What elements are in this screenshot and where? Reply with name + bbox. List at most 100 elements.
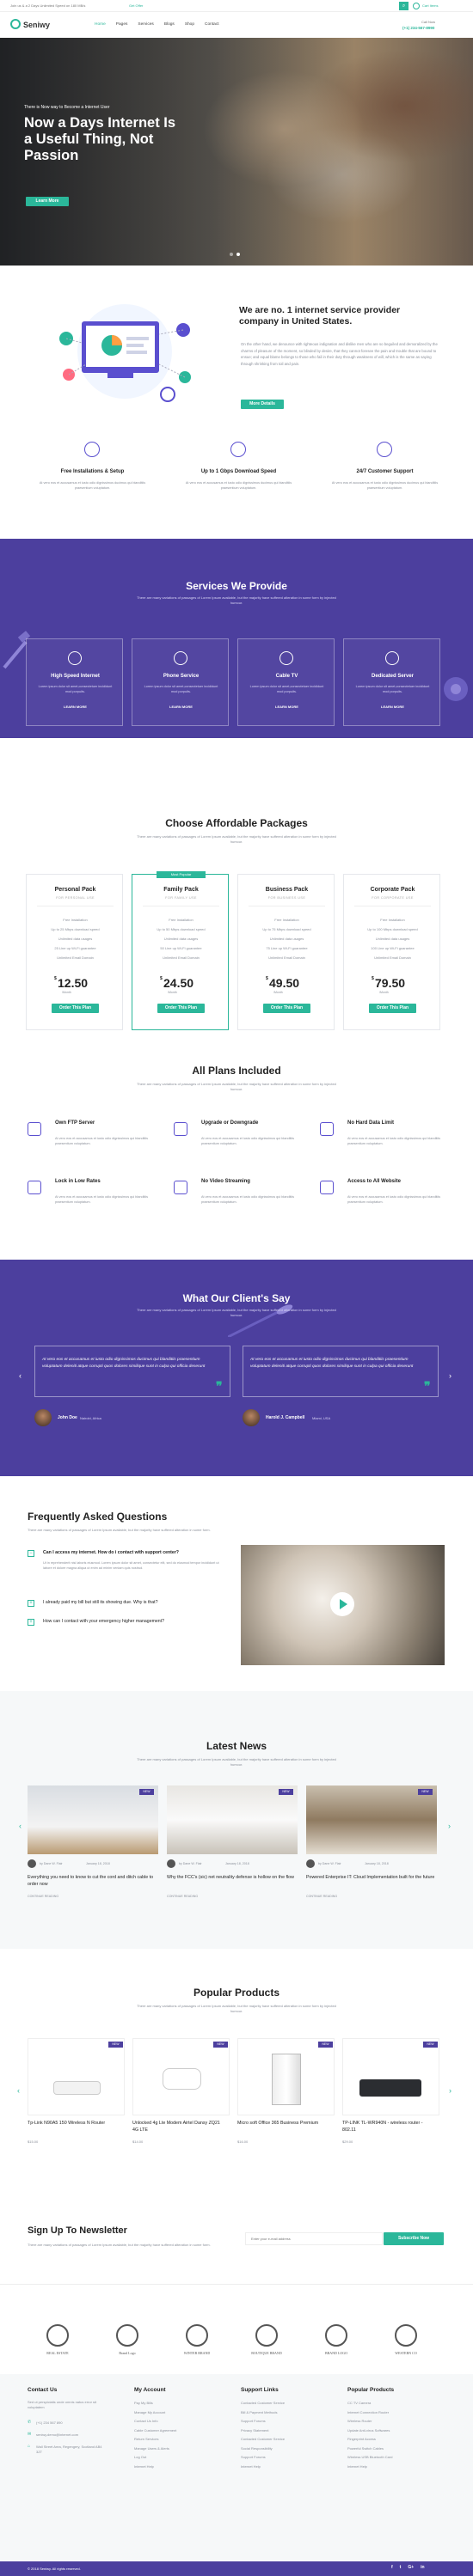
newsletter-subscribe-button[interactable]: Subscribe Now [384,2232,444,2245]
plus-icon[interactable]: + [28,1600,34,1607]
order-plan-button[interactable]: Order This Plan [369,1004,416,1013]
products-prev-icon[interactable]: ‹ [17,2086,20,2095]
about-more-button[interactable]: More Details [241,400,284,409]
nav-item-3[interactable]: Blogs [164,22,175,27]
footer-link[interactable]: Return Services [134,2437,158,2441]
order-plan-button[interactable]: Order This Plan [52,1004,99,1013]
news-read-more-link[interactable]: CONTINUE READING [167,1895,198,1898]
brand-name[interactable]: Seniwy [23,21,50,29]
footer-link[interactable]: Internet Help [134,2464,154,2469]
product-name[interactable]: Micro soft Office 365 Business Premium [237,2120,328,2127]
faq-question[interactable]: How can I contact with your emergency hi… [43,1619,224,1624]
news-badge: NEW [139,1789,154,1795]
products-next-icon[interactable]: › [449,2086,452,2095]
footer-link[interactable]: Manage Users & Alerts [134,2446,169,2451]
product-name[interactable]: Tp-Link N90A5 150 Wireless N Router [28,2120,118,2127]
testimonial-next-icon[interactable]: › [449,1371,452,1380]
news-title[interactable]: Why the FCC's (sic) net neutrality defen… [167,1874,296,1881]
footer-link[interactable]: Internet Help [241,2464,261,2469]
brand-logo-icon[interactable] [10,19,21,29]
cart-icon[interactable] [413,3,420,9]
service-learn-more-link[interactable]: LEARN MORE [344,705,441,709]
service-learn-more-link[interactable]: LEARN MORE [27,705,124,709]
faq-question[interactable]: Can I access my internet. How do i conta… [43,1550,224,1555]
google-icon[interactable]: G+ [408,2565,414,2570]
hero-dot-2[interactable] [236,253,240,256]
service-learn-more-link[interactable]: LEARN MORE [132,705,230,709]
footer-link[interactable]: Pay My Bills [134,2401,153,2405]
brand-name: WESTERN CO [395,2351,417,2355]
footer-link[interactable]: Internet Connection Router [347,2410,389,2414]
package-name: Business Pack [265,887,309,893]
product-card[interactable]: NEW Micro soft Office 365 Business Premiu… [237,2038,335,2167]
news-prev-icon[interactable]: ‹ [19,1822,22,1830]
news-title[interactable]: Everything you need to know to cut the c… [28,1874,157,1888]
footer-link[interactable]: Social Responsibility [241,2446,273,2451]
newsletter-email-input[interactable] [245,2232,383,2245]
product-card[interactable]: NEW TP-LINK TL-WR940N - wireless router -… [342,2038,439,2167]
footer-link[interactable]: Wireless Router [347,2419,372,2423]
feature-title: Up to 1 Gbps Download Speed [200,469,277,474]
footer-link[interactable]: Cable Customer Agreement [134,2428,176,2433]
service-card[interactable]: High Speed Internet Lorem ipsum dolor sit… [26,638,123,726]
news-title[interactable]: Powered Enterprise IT: Cloud Implementat… [306,1874,435,1881]
plans-included-subtitle: There are many variations of passages of… [137,1082,336,1091]
testimonial-prev-icon[interactable]: ‹ [19,1371,22,1380]
footer-link[interactable]: Internet Help [347,2464,367,2469]
nav-item-0[interactable]: Home [95,22,106,27]
search-icon[interactable]: ⌕ [399,2,408,10]
news-read-more-link[interactable]: CONTINUE READING [28,1895,58,1898]
linkedin-icon[interactable]: in [421,2565,424,2570]
footer-link[interactable]: Bill & Payment Methods [241,2410,277,2414]
footer-email[interactable]: seniwy.demo@internet.com [36,2433,78,2437]
footer-link[interactable]: Update Anti-virus Softwares [347,2428,390,2433]
footer-link[interactable]: Contacted Customer Service [241,2437,285,2441]
news-read-more-link[interactable]: CONTINUE READING [306,1895,337,1898]
footer-phone[interactable]: (+1) 234 567 890 [36,2420,63,2425]
news-card[interactable]: NEW by Dane W. Flair January 18, 2018 Power… [306,1785,437,1932]
hero-cta-button[interactable]: Learn More [26,197,69,206]
faq-question[interactable]: I already paid my bill but still its sho… [43,1600,224,1605]
order-plan-button[interactable]: Order This Plan [157,1004,205,1013]
minus-icon[interactable]: − [28,1550,34,1557]
footer-link[interactable]: Support Forums [241,2419,266,2423]
footer-link[interactable]: Contact Us Info [134,2419,158,2423]
product-card[interactable]: NEW Unlocked 4g Lte Modem Airtel Dansy ZQ… [132,2038,230,2167]
footer-link[interactable]: Contacted Customer Service [241,2401,285,2405]
brand-emblem-icon [186,2324,208,2347]
service-card[interactable]: Phone Service Lorem ipsum dolor sit amet,… [132,638,229,726]
nav-item-2[interactable]: Services [138,22,153,27]
hero-dot-1[interactable] [230,253,233,256]
footer-link[interactable]: Log Out [134,2455,146,2459]
promo-link[interactable]: Get Offer [129,3,143,8]
service-learn-more-link[interactable]: LEARN MORE [238,705,335,709]
service-title: Phone Service [163,674,200,679]
faq-video-thumbnail[interactable] [241,1545,445,1665]
product-card[interactable]: NEW Tp-Link N90A5 150 Wireless N Router $1… [28,2038,125,2167]
cart-label[interactable]: Cart Items [422,3,438,8]
footer-link[interactable]: Privacy Statement [241,2428,268,2433]
product-name[interactable]: TP-LINK TL-WR940N - wireless router - 80… [342,2120,433,2133]
footer-link[interactable]: Powerful Switch Cables [347,2446,384,2451]
service-card[interactable]: Cable TV Lorem ipsum dolor sit amet,conse… [237,638,335,726]
call-phone[interactable]: (+1) 234-567-8990 [402,26,434,30]
faq-title: Frequently Asked Questions [28,1511,168,1523]
footer-link[interactable]: Fingerprint Access [347,2437,376,2441]
footer-link[interactable]: Manage My Account [134,2410,165,2414]
plus-icon[interactable]: + [28,1619,34,1626]
product-name[interactable]: Unlocked 4g Lte Modem Airtel Dansy ZQ21 … [132,2120,223,2133]
service-card[interactable]: Dedicated Server Lorem ipsum dolor sit am… [343,638,440,726]
footer-link[interactable]: CC TV Camera [347,2401,371,2405]
facebook-icon[interactable]: f [391,2565,393,2570]
footer-link[interactable]: Support Forums [241,2455,266,2459]
nav-item-1[interactable]: Pages [116,22,128,27]
twitter-icon[interactable]: t [400,2565,402,2570]
news-card[interactable]: NEW by Dane W. Flair January 18, 2018 Why t… [167,1785,298,1932]
faq-section: Frequently Asked Questions There are man… [0,1476,473,1691]
nav-item-5[interactable]: Contact [205,22,219,27]
news-next-icon[interactable]: › [448,1822,451,1830]
nav-item-4[interactable]: Shop [185,22,194,27]
footer-link[interactable]: Wireless USB Bluetooth Card [347,2455,392,2459]
news-card[interactable]: NEW by Dane W. Flair January 18, 2018 Every… [28,1785,158,1932]
order-plan-button[interactable]: Order This Plan [263,1004,310,1013]
